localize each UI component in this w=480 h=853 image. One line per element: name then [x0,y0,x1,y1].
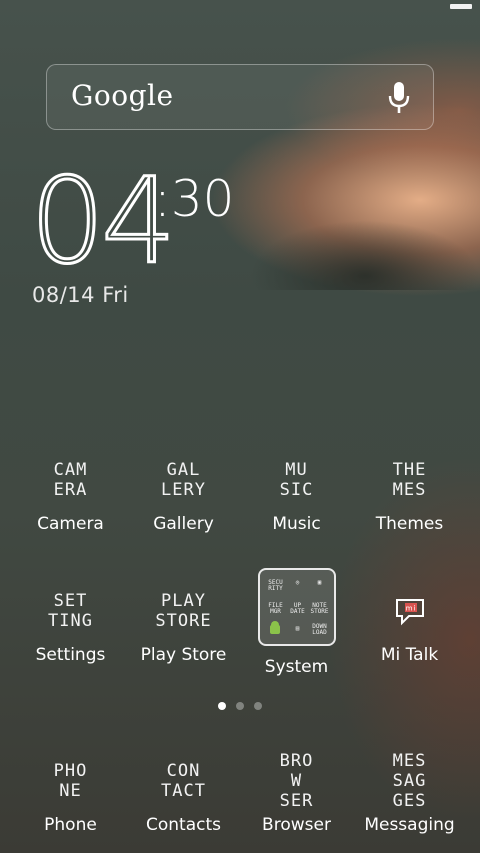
folder-mini-app: UP DATE [290,602,305,615]
app-themes[interactable]: THE MES Themes [353,450,466,534]
page-dot-active[interactable] [218,702,226,710]
app-label: Messaging [364,815,455,835]
contacts-icon: CON TACT [161,761,206,801]
app-label: Themes [375,514,444,534]
dock-contacts[interactable]: CON TACT Contacts [127,751,240,835]
wallpaper-clouds [250,220,480,290]
app-mi-talk[interactable]: mi Mi Talk [353,581,466,665]
page-indicator[interactable] [218,702,264,712]
folder-icon: SECU RITY ◎ ▣ FILE MGR UP DATE NOTE STOR… [257,568,336,646]
app-play-store[interactable]: PLAY STORE Play Store [127,581,240,665]
messaging-icon: MES SAG GES [392,751,427,811]
folder-mini-app: NOTE STORE [310,602,329,615]
phone-icon: PHO NE [53,761,88,801]
status-bar-indicator [450,4,472,9]
app-label: Gallery [153,514,214,534]
folder-mini-app: FILE MGR [268,602,283,615]
app-label: Browser [262,815,331,835]
browser-icon: BRO W SER [279,751,314,811]
android-icon [269,621,280,634]
page-dot[interactable] [236,702,244,710]
svg-text:mi: mi [405,605,416,613]
google-logo-text: Google [71,79,174,112]
folder-mini-app: DOWN LOAD [312,623,327,636]
themes-icon: THE MES [392,460,427,500]
microphone-icon[interactable] [387,81,411,115]
music-icon: MU SIC [279,460,314,500]
clock-hour: 04 [28,152,177,290]
clock-date: 08/14 Fri [32,283,129,307]
app-label: Contacts [146,815,221,835]
google-search-widget[interactable]: Google [46,64,434,130]
play-store-icon: PLAY STORE [155,591,212,631]
camera-icon: CAM ERA [53,460,88,500]
app-label: Phone [44,815,97,835]
dock-browser[interactable]: BRO W SER Browser [240,751,353,835]
page-dot[interactable] [254,702,262,710]
folder-mini-app: ▤ [295,625,300,632]
app-music[interactable]: MU SIC Music [240,450,353,534]
app-label: Settings [35,645,106,665]
dock-messaging[interactable]: MES SAG GES Messaging [353,751,466,835]
app-label: Camera [37,514,104,534]
app-folder-system[interactable]: SECU RITY ◎ ▣ FILE MGR UP DATE NOTE STOR… [240,568,353,677]
app-label: Mi Talk [380,645,439,665]
clock-minute: :30 [154,170,235,228]
gallery-icon: GAL LERY [161,460,206,500]
app-gallery[interactable]: GAL LERY Gallery [127,450,240,534]
settings-icon: SET TING [48,591,93,631]
app-settings[interactable]: SET TING Settings [14,581,127,665]
app-label: Play Store [140,645,227,665]
app-label: Music [272,514,321,534]
app-label: System [264,657,329,677]
dock-phone[interactable]: PHO NE Phone [14,751,127,835]
app-camera[interactable]: CAM ERA Camera [14,450,127,534]
folder-mini-app: ▣ [317,579,322,586]
folder-mini-app: SECU RITY [268,579,283,592]
folder-mini-app: ◎ [295,579,300,586]
mi-talk-icon: mi [353,581,466,641]
